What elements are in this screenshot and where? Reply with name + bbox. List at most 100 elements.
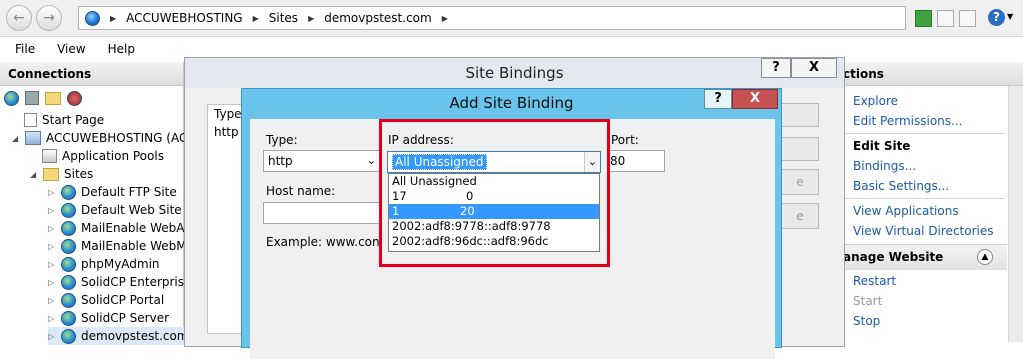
connect-icon[interactable] — [4, 90, 19, 106]
connections-header: Connections — [0, 62, 183, 86]
ip-option-part: 0 — [466, 189, 474, 203]
help-button[interactable]: ? — [761, 58, 791, 78]
breadcrumb-site[interactable]: demovpstest.com — [324, 11, 432, 25]
help-button[interactable]: ? — [704, 89, 732, 109]
address-bar[interactable]: ▶ ACCUWEBHOSTING ▶ Sites ▶ demovpstest.c… — [78, 6, 906, 30]
action-stop[interactable]: Stop — [853, 314, 880, 328]
chevron-right-icon: ▶ — [441, 13, 448, 23]
ip-option-selected[interactable]: 1 20 — [389, 204, 599, 219]
expand-icon[interactable]: ▷ — [48, 296, 56, 305]
forward-button[interactable]: → — [36, 5, 62, 31]
tree-item-site[interactable]: ▷ SolidCP Enterprise — [48, 273, 191, 291]
site-globe-icon — [61, 184, 76, 200]
tree-label: MailEnable WebMa — [81, 239, 194, 253]
ip-address-select[interactable]: All Unassigned ⌄ — [387, 151, 601, 173]
ip-select-value: All Unassigned — [392, 154, 487, 170]
action-bindings[interactable]: Bindings... — [853, 159, 916, 173]
home-icon[interactable] — [959, 10, 976, 27]
ip-option[interactable]: 17 0 — [389, 189, 599, 204]
action-start: Start — [853, 294, 883, 308]
folder-icon — [43, 167, 59, 181]
site-globe-icon — [61, 310, 76, 326]
ip-option[interactable]: All Unassigned — [389, 174, 599, 189]
action-restart[interactable]: Restart — [853, 274, 896, 288]
collapse-icon[interactable]: ◢ — [12, 134, 20, 143]
tree-item-site-selected[interactable]: ▷ demovpstest.com — [48, 327, 189, 345]
menu-help[interactable]: Help — [108, 42, 135, 56]
tree-label: ACCUWEBHOSTING (ACC — [46, 131, 196, 145]
action-edit-permissions[interactable]: Edit Permissions... — [853, 114, 962, 128]
ip-option[interactable]: 2002:adf8:96dc::adf8:96dc — [389, 234, 599, 249]
ip-option-part: 17 — [392, 189, 407, 203]
site-globe-icon — [61, 256, 76, 272]
tree-item-start-page[interactable]: Start Page — [24, 111, 104, 129]
tree-item-site[interactable]: ▷ MailEnable WebMa — [48, 237, 194, 255]
add-button[interactable] — [781, 103, 819, 127]
chevron-down-icon: ⌄ — [366, 154, 376, 167]
chevron-down-icon[interactable]: ▼ — [1007, 12, 1013, 21]
back-button[interactable]: ← — [6, 5, 32, 31]
tree-item-site[interactable]: ▷ Default Web Site — [48, 201, 182, 219]
disconnect-icon[interactable] — [67, 90, 82, 106]
menu-file[interactable]: File — [15, 42, 35, 56]
browse-button: e — [781, 203, 819, 229]
ip-address-dropdown-list[interactable]: All Unassigned 17 0 1 20 2002:adf8:9778:… — [388, 173, 600, 252]
close-button[interactable]: X — [791, 58, 837, 78]
tree-item-site[interactable]: ▷ MailEnable WebAd — [48, 219, 192, 237]
tree-label: Default FTP Site — [81, 185, 177, 199]
collapse-icon[interactable]: ▲ — [977, 249, 993, 265]
expand-icon[interactable]: ▷ — [48, 188, 56, 197]
expand-icon[interactable]: ▷ — [48, 242, 56, 251]
tree-item-application-pools[interactable]: Application Pools — [42, 147, 164, 165]
chevron-down-icon[interactable]: ⌄ — [584, 152, 600, 172]
ip-option[interactable]: 2002:adf8:9778::adf8:9778 — [389, 219, 599, 234]
tree-label: Application Pools — [62, 149, 164, 163]
edit-button — [781, 137, 819, 161]
divider — [845, 133, 1005, 134]
collapse-icon[interactable]: ◢ — [30, 170, 38, 179]
tree-item-site[interactable]: ▷ SolidCP Portal — [48, 291, 164, 309]
refresh-icon[interactable] — [915, 10, 932, 27]
tree-item-sites[interactable]: ◢ Sites — [30, 165, 93, 183]
app-pools-icon — [42, 149, 57, 163]
tree-item-site[interactable]: ▷ SolidCP Server — [48, 309, 169, 327]
save-icon[interactable] — [25, 91, 39, 105]
up-folder-icon[interactable] — [45, 91, 61, 105]
expand-icon[interactable]: ▷ — [48, 260, 56, 269]
action-explore[interactable]: Explore — [853, 94, 898, 108]
action-view-applications[interactable]: View Applications — [853, 204, 959, 218]
tree-item-server[interactable]: ◢ ACCUWEBHOSTING (ACC — [12, 129, 196, 147]
tree-item-site[interactable]: ▷ Default FTP Site — [48, 183, 177, 201]
breadcrumb-server[interactable]: ACCUWEBHOSTING — [126, 11, 242, 25]
ip-address-label: IP address: — [388, 133, 454, 147]
port-value: 80 — [610, 154, 626, 168]
tree-label: SolidCP Portal — [81, 293, 165, 307]
host-name-field[interactable] — [263, 202, 393, 224]
expand-icon[interactable]: ▷ — [48, 332, 56, 341]
expand-icon[interactable]: ▷ — [48, 224, 56, 233]
tree-label: SolidCP Enterprise — [81, 275, 192, 289]
dialog-title: Site Bindings — [185, 58, 844, 88]
actions-header: ctions — [841, 62, 1023, 86]
expand-icon[interactable]: ▷ — [48, 206, 56, 215]
expand-icon[interactable]: ▷ — [48, 278, 56, 287]
expand-icon[interactable]: ▷ — [48, 314, 56, 323]
help-icon[interactable]: ? — [988, 9, 1005, 26]
tree-label: phpMyAdmin — [81, 257, 160, 271]
site-globe-icon — [61, 292, 76, 308]
type-select[interactable]: http ⌄ — [263, 150, 381, 172]
action-view-virtual-directories[interactable]: View Virtual Directories — [853, 224, 994, 238]
site-globe-icon — [61, 274, 76, 290]
action-basic-settings[interactable]: Basic Settings... — [853, 179, 949, 193]
scrollbar[interactable] — [1008, 86, 1023, 342]
close-button[interactable]: X — [732, 89, 778, 109]
port-field[interactable]: 80 — [605, 150, 665, 172]
stop-icon[interactable] — [937, 10, 954, 27]
tree-label: Sites — [64, 167, 94, 181]
tree-item-site[interactable]: ▷ phpMyAdmin — [48, 255, 160, 273]
menu-view[interactable]: View — [57, 42, 85, 56]
tree-label: MailEnable WebAd — [81, 221, 192, 235]
chevron-right-icon: ▶ — [110, 13, 117, 23]
breadcrumb-sites[interactable]: Sites — [269, 11, 298, 25]
address-toolbar: ← → ▶ ACCUWEBHOSTING ▶ Sites ▶ demovpste… — [0, 0, 1023, 37]
